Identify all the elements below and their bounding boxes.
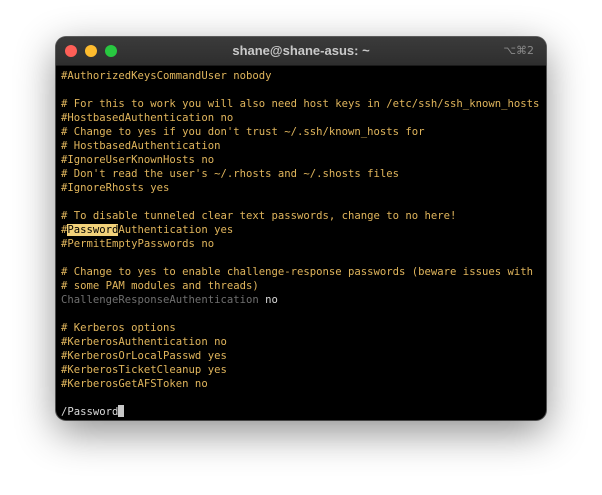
window-shortcut: ⌥⌘2 xyxy=(503,44,534,57)
terminal-line: # Change to yes if you don't trust ~/.ss… xyxy=(61,126,425,138)
terminal-window: shane@shane-asus: ~ ⌥⌘2 #AuthorizedKeysC… xyxy=(56,37,546,420)
terminal-line: #AuthorizedKeysCommandUser nobody xyxy=(61,70,272,82)
terminal-line: # To disable tunneled clear text passwor… xyxy=(61,210,457,222)
terminal-line: # Don't read the user's ~/.rhosts and ~/… xyxy=(61,168,400,180)
terminal-line: # For this to work you will also need ho… xyxy=(61,98,540,110)
search-prompt-line[interactable]: /Password xyxy=(61,405,543,419)
terminal-line: # some PAM modules and threads) xyxy=(61,280,259,292)
terminal-line: #IgnoreUserKnownHosts no xyxy=(61,154,215,166)
terminal-line: # HostbasedAuthentication xyxy=(61,140,221,152)
terminal-content[interactable]: #AuthorizedKeysCommandUser nobody # For … xyxy=(61,69,543,419)
terminal-line: #KerberosTicketCleanup yes xyxy=(61,364,227,376)
search-match-line: #PasswordAuthentication yes xyxy=(61,223,543,237)
match-suffix: Authentication yes xyxy=(118,224,234,236)
config-key: ChallengeResponseAuthentication xyxy=(61,294,259,306)
text-cursor xyxy=(118,405,125,417)
terminal-line: #KerberosAuthentication no xyxy=(61,336,227,348)
challenge-response-line: ChallengeResponseAuthentication no xyxy=(61,293,543,307)
terminal-line: #IgnoreRhosts yes xyxy=(61,182,170,194)
config-value: no xyxy=(258,294,278,306)
search-prompt[interactable]: /Password xyxy=(61,406,118,418)
terminal-line: #PermitEmptyPasswords no xyxy=(61,238,215,250)
terminal-line: #KerberosGetAFSToken no xyxy=(61,378,208,390)
terminal-line: # Kerberos options xyxy=(61,322,176,334)
terminal-line: #HostbasedAuthentication no xyxy=(61,112,234,124)
title-bar: shane@shane-asus: ~ ⌥⌘2 xyxy=(56,37,546,66)
window-title: shane@shane-asus: ~ xyxy=(232,43,370,58)
terminal-line: #KerberosOrLocalPasswd yes xyxy=(61,350,227,362)
search-highlight: Password xyxy=(67,224,119,236)
terminal-line: # Change to yes to enable challenge-resp… xyxy=(61,266,533,278)
